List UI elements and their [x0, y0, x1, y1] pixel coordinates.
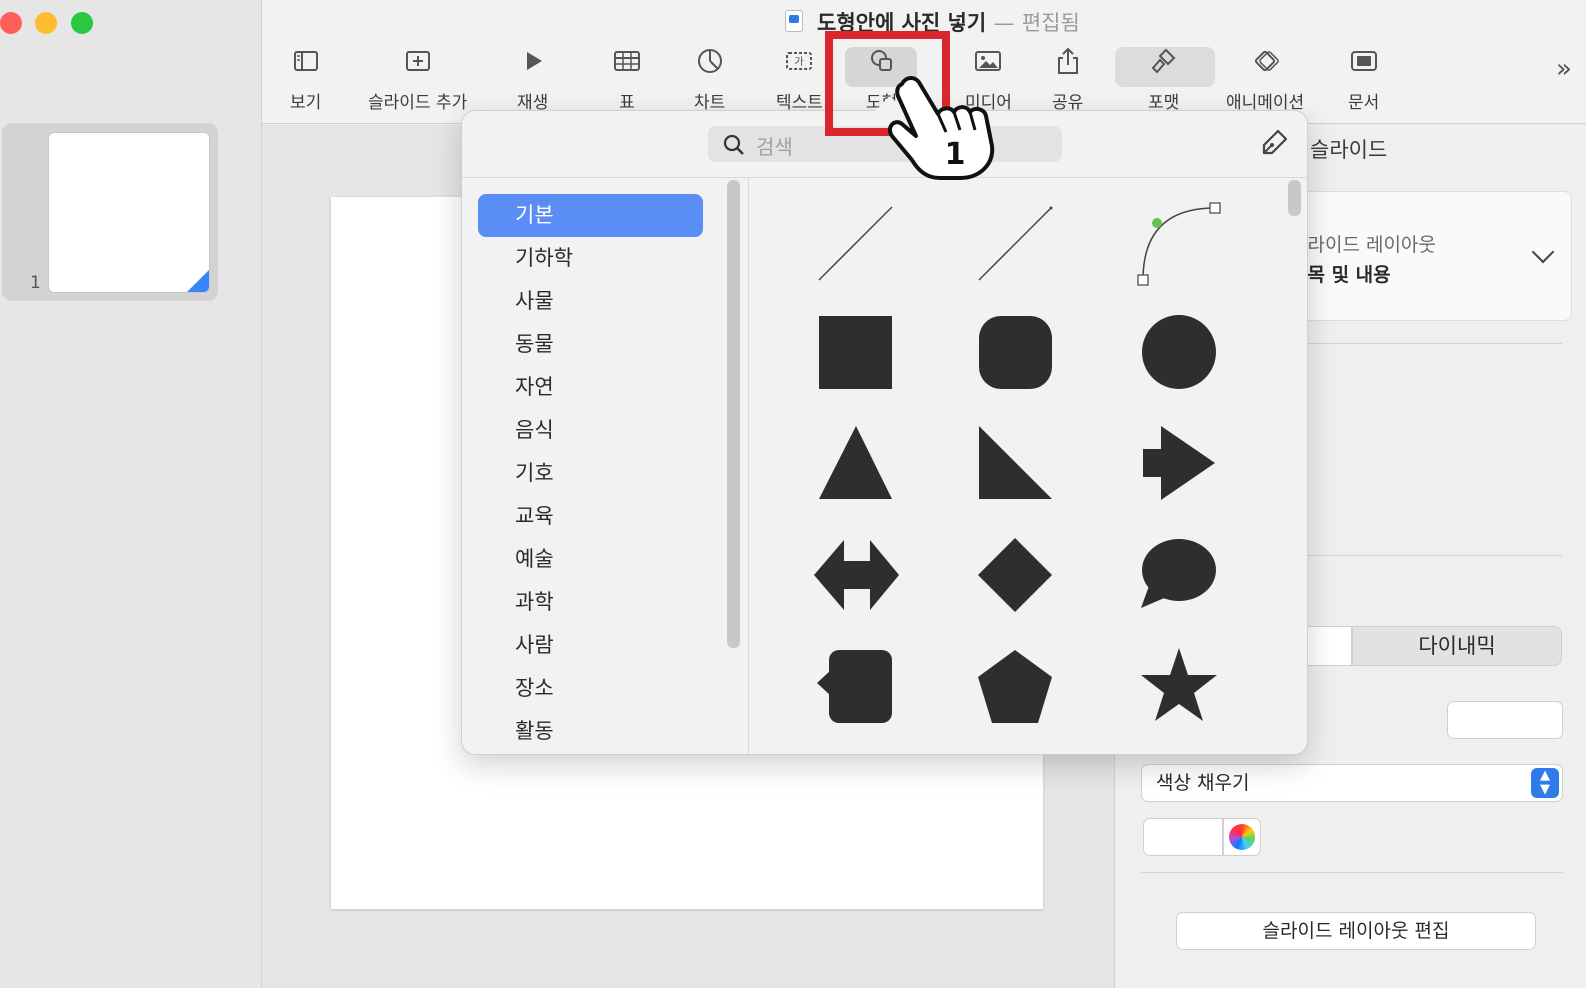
- color-picker-button[interactable]: [1223, 818, 1261, 856]
- edit-slide-layout-button[interactable]: 슬라이드 레이아웃 편집: [1176, 912, 1536, 950]
- color-well[interactable]: [1143, 818, 1223, 856]
- category-science[interactable]: 과학: [478, 581, 703, 624]
- category-arts[interactable]: 예술: [478, 538, 703, 581]
- fill-type-value: 색상 채우기: [1156, 772, 1250, 794]
- document-label: 문서: [1348, 93, 1380, 113]
- slide-layout-label: 슬라이드 레이아웃: [1290, 234, 1436, 256]
- shape-grid-scrollbar[interactable]: [1288, 180, 1301, 216]
- chart-icon: [697, 49, 722, 73]
- divider: [1141, 872, 1563, 873]
- category-objects[interactable]: 사물: [478, 280, 703, 323]
- square-shape[interactable]: [819, 316, 892, 389]
- speech-bubble-shape[interactable]: [1141, 539, 1216, 608]
- slide-number: 1: [30, 273, 41, 293]
- slide-corner-marker: [187, 270, 209, 292]
- step-number: 1: [945, 137, 966, 172]
- callout-square-shape[interactable]: [817, 650, 892, 723]
- add-slide-button[interactable]: 슬라이드 추가: [368, 46, 467, 113]
- play-icon: [526, 52, 542, 70]
- pentagon-shape[interactable]: [978, 650, 1052, 723]
- add-slide-icon: [405, 51, 430, 71]
- curve-shape[interactable]: [1137, 202, 1221, 286]
- view-button[interactable]: 보기: [290, 46, 321, 113]
- format-brush-icon: [1151, 48, 1176, 74]
- search-placeholder: 검색: [756, 135, 793, 159]
- svg-text:가: 가: [795, 56, 804, 68]
- search-icon: [723, 134, 744, 155]
- sidebar-view-icon: [293, 51, 318, 71]
- format-button[interactable]: 포맷: [1148, 46, 1179, 113]
- category-education[interactable]: 교육: [478, 495, 703, 538]
- diamond-shape[interactable]: [978, 538, 1052, 612]
- select-arrows-icon: ▲ ▼: [1531, 768, 1559, 798]
- view-label: 보기: [290, 93, 322, 113]
- segment-dynamic[interactable]: 다이내믹: [1352, 626, 1562, 666]
- table-icon: [614, 51, 640, 71]
- triangle-shape[interactable]: [819, 426, 892, 499]
- document-proxy-icon[interactable]: [785, 10, 803, 32]
- category-food[interactable]: 음식: [478, 409, 703, 452]
- star-shape[interactable]: [1141, 648, 1217, 721]
- share-button[interactable]: 공유: [1052, 46, 1083, 113]
- category-places[interactable]: 장소: [478, 667, 703, 710]
- slide-thumbnail-selected[interactable]: 1: [2, 123, 218, 301]
- category-animals[interactable]: 동물: [478, 323, 703, 366]
- document-icon: [1350, 51, 1377, 71]
- title-separator: —: [993, 11, 1015, 35]
- category-geometry[interactable]: 기하학: [478, 237, 703, 280]
- shape-category-list: 기본 기하학 사물 동물 자연 음식 기호 교육 예술 과학 사람 장소 활동: [478, 194, 703, 753]
- category-symbols[interactable]: 기호: [478, 452, 703, 495]
- shape-grid: [809, 198, 1221, 723]
- pointing-hand-cursor-icon: 1: [887, 76, 995, 180]
- category-people[interactable]: 사람: [478, 624, 703, 667]
- right-triangle-shape[interactable]: [979, 426, 1052, 499]
- circle-shape[interactable]: [1142, 315, 1216, 389]
- inspector-tab-slide[interactable]: 슬라이드: [1310, 134, 1387, 164]
- minimize-window-button[interactable]: [35, 12, 57, 34]
- share-icon: [1057, 47, 1078, 74]
- category-activities[interactable]: 활동: [478, 710, 703, 753]
- text-button[interactable]: 가 텍스트: [776, 46, 823, 113]
- rounded-square-shape[interactable]: [979, 316, 1052, 389]
- divider: [1300, 343, 1562, 344]
- category-basic[interactable]: 기본: [478, 194, 703, 237]
- slide-thumbnail-image: [48, 132, 210, 293]
- text-box-icon: 가: [786, 52, 813, 70]
- slide-navigator: 1: [0, 0, 262, 988]
- animate-button[interactable]: 애니메이션: [1226, 46, 1304, 113]
- arrow-right-shape[interactable]: [1143, 426, 1215, 500]
- category-nature[interactable]: 자연: [478, 366, 703, 409]
- play-button[interactable]: 재생: [517, 46, 548, 113]
- divider: [1300, 555, 1562, 556]
- line-shape[interactable]: [809, 198, 899, 288]
- toolbar-overflow-button[interactable]: »: [1556, 54, 1572, 84]
- pen-tool-icon[interactable]: [1258, 127, 1290, 159]
- value-field[interactable]: [1447, 701, 1563, 739]
- close-window-button[interactable]: [0, 12, 22, 34]
- double-arrow-shape[interactable]: [814, 540, 899, 610]
- document-button[interactable]: 문서: [1348, 46, 1379, 113]
- category-scrollbar[interactable]: [727, 180, 740, 648]
- add-slide-label: 슬라이드 추가: [368, 93, 468, 113]
- color-wheel-icon: [1229, 824, 1255, 850]
- animate-icon: [1255, 50, 1279, 72]
- chart-button[interactable]: 차트: [694, 46, 725, 113]
- edit-status: 편집됨: [1021, 11, 1080, 35]
- zoom-window-button[interactable]: [71, 12, 93, 34]
- line-with-end-shape[interactable]: [969, 198, 1059, 288]
- table-button[interactable]: 표: [612, 46, 642, 113]
- fill-type-select[interactable]: 색상 채우기 ▲ ▼: [1141, 764, 1563, 802]
